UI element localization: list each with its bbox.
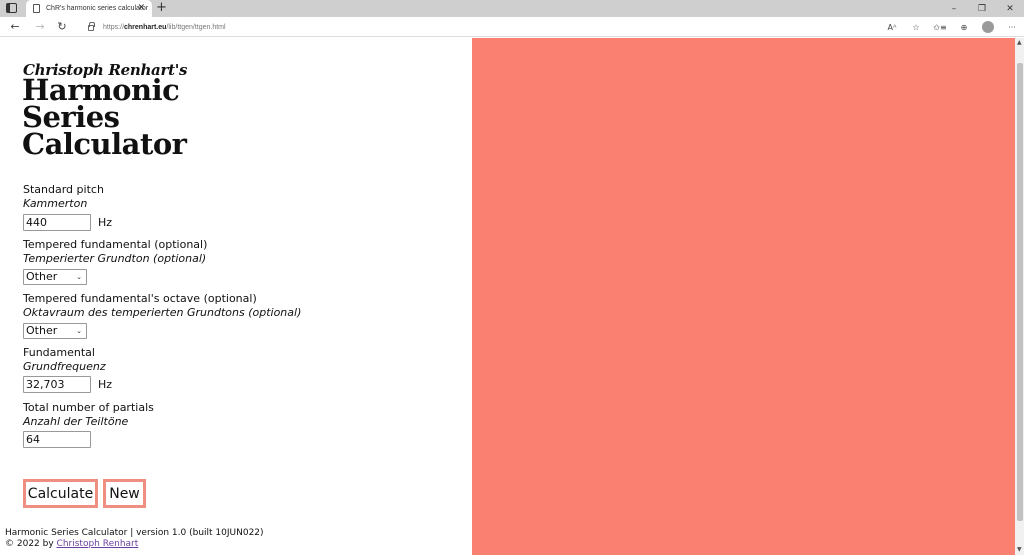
- partials-label: Total number of partials: [23, 401, 154, 414]
- tempered-fundamental-label: Tempered fundamental (optional): [23, 238, 208, 251]
- chevron-down-icon: ⌄: [76, 327, 82, 335]
- minimize-button[interactable]: –: [940, 0, 968, 17]
- title-line-3: Calculator: [22, 127, 187, 161]
- footer-version: Harmonic Series Calculator | version 1.0…: [5, 528, 264, 538]
- tempered-octave-label-de: Oktavraum des temperierten Grundtons (op…: [23, 306, 302, 319]
- url-path: /lib/ttgen/ttgen.html: [166, 23, 226, 31]
- forward-button[interactable]: →: [32, 19, 48, 35]
- scroll-up-arrow-icon[interactable]: ▲: [1017, 40, 1022, 46]
- read-aloud-icon[interactable]: Aᴬ: [880, 23, 904, 32]
- tab-bar: ChR's harmonic series calculator ✕ + – ❐…: [0, 0, 1024, 17]
- url-field[interactable]: https://chrenhart.eu/lib/ttgen/ttgen.htm…: [78, 19, 878, 35]
- tab-actions-icon[interactable]: [6, 3, 17, 13]
- tempered-octave-label: Tempered fundamental's octave (optional): [23, 292, 257, 305]
- tab-title: ChR's harmonic series calculator: [46, 5, 149, 12]
- page-title: Harmonic Series Calculator: [22, 76, 187, 161]
- back-button[interactable]: ←: [7, 19, 23, 35]
- standard-pitch-input[interactable]: [23, 214, 91, 231]
- url-text: https://chrenhart.eu/lib/ttgen/ttgen.htm…: [103, 24, 226, 31]
- fundamental-label: Fundamental: [23, 346, 95, 359]
- tempered-fundamental-select[interactable]: Other ⌄: [23, 269, 87, 285]
- favorites-icon[interactable]: ✩≡: [928, 23, 952, 32]
- scroll-thumb[interactable]: [1017, 63, 1023, 521]
- chevron-down-icon: ⌄: [76, 273, 82, 281]
- fundamental-label-de: Grundfrequenz: [23, 360, 106, 373]
- close-tab-icon[interactable]: ✕: [137, 2, 145, 14]
- vertical-scrollbar[interactable]: ▲ ▼: [1015, 38, 1024, 555]
- close-window-button[interactable]: ✕: [996, 0, 1024, 17]
- form-panel: Christoph Renhart's Harmonic Series Calc…: [0, 38, 472, 555]
- more-icon[interactable]: ···: [1000, 23, 1024, 32]
- restore-button[interactable]: ❐: [968, 0, 996, 17]
- copyright-text: © 2022 by: [5, 539, 57, 549]
- collections-icon[interactable]: ⊕: [952, 23, 976, 32]
- standard-pitch-label: Standard pitch: [23, 183, 104, 196]
- author-link[interactable]: Christoph Renhart: [57, 539, 139, 549]
- page-icon: [33, 4, 40, 13]
- tempered-octave-value: Other: [26, 324, 58, 337]
- standard-pitch-label-de: Kammerton: [23, 197, 88, 210]
- reload-button[interactable]: ↻: [54, 19, 70, 35]
- fundamental-unit: Hz: [98, 378, 113, 391]
- profile-avatar[interactable]: [982, 21, 994, 33]
- partials-label-de: Anzahl der Teiltöne: [23, 415, 129, 428]
- browser-tab[interactable]: ChR's harmonic series calculator ✕: [26, 0, 152, 17]
- lock-icon[interactable]: [88, 22, 95, 31]
- tempered-fundamental-value: Other: [26, 270, 58, 283]
- scroll-down-arrow-icon[interactable]: ▼: [1017, 547, 1022, 553]
- standard-pitch-unit: Hz: [98, 216, 113, 229]
- add-favorite-icon[interactable]: ☆: [904, 23, 928, 32]
- footer-copyright: © 2022 by Christoph Renhart: [5, 539, 264, 550]
- url-prefix: https://: [103, 23, 125, 31]
- new-tab-button[interactable]: +: [156, 0, 167, 16]
- partials-input[interactable]: [23, 431, 91, 448]
- new-button[interactable]: New: [103, 479, 146, 508]
- footer: Harmonic Series Calculator | version 1.0…: [5, 528, 264, 550]
- results-panel: [472, 38, 1015, 555]
- tempered-fundamental-label-de: Temperierter Grundton (optional): [23, 252, 207, 265]
- url-domain: chrenhart.eu: [124, 23, 167, 31]
- calculate-button[interactable]: Calculate: [23, 479, 98, 508]
- address-bar: ← → ↻ https://chrenhart.eu/lib/ttgen/ttg…: [0, 17, 1024, 37]
- tempered-octave-select[interactable]: Other ⌄: [23, 323, 87, 339]
- browser-toolbar: Aᴬ ☆ ✩≡ ⊕ ···: [880, 17, 1024, 37]
- page: Christoph Renhart's Harmonic Series Calc…: [0, 38, 1015, 555]
- fundamental-input[interactable]: [23, 376, 91, 393]
- window-controls: – ❐ ✕: [940, 0, 1024, 17]
